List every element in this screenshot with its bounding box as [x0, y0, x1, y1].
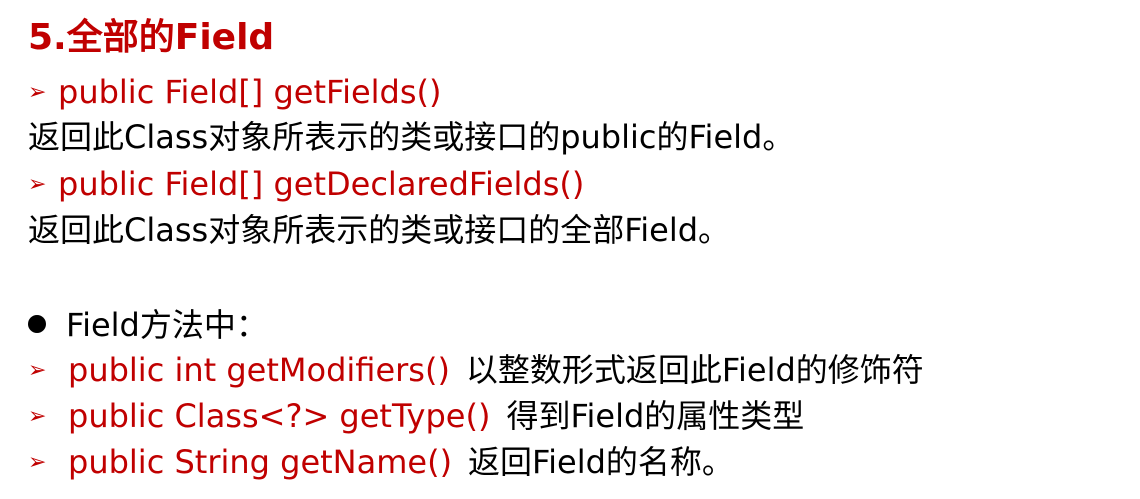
method-signature: public Field[] getFields() [58, 73, 442, 111]
method-description: 以整数形式返回此Field的修饰符 [465, 351, 924, 389]
round-bullet-icon [28, 315, 46, 333]
method-signature: public Field[] getDeclaredFields() [58, 165, 585, 203]
method-signature: public String getName() [68, 443, 453, 481]
slide: 5.全部的Field ➢ public Field[] getFields() 返… [0, 0, 1140, 499]
method-description: 返回此Class对象所表示的类或接口的public的Field。 [28, 118, 795, 156]
arrow-bullet-icon: ➢ [28, 358, 47, 383]
arrow-bullet-icon: ➢ [28, 80, 47, 105]
method-get-modifiers: ➢ public int getModifiers() 以整数形式返回此Field的… [28, 354, 924, 386]
method-signature: public Class<?> getType() [68, 397, 491, 435]
method-signature: public int getModifiers() [68, 351, 450, 389]
field-methods-heading: Field方法中： [28, 309, 268, 341]
arrow-bullet-icon: ➢ [28, 450, 47, 475]
arrow-bullet-icon: ➢ [28, 404, 47, 429]
method-get-declared-fields: ➢ public Field[] getDeclaredFields() [28, 168, 584, 200]
method-get-name: ➢ public String getName() 返回Field的名称。 [28, 446, 734, 478]
method-get-fields: ➢ public Field[] getFields() [28, 76, 442, 108]
section-heading: Field方法中： [66, 306, 268, 344]
method-description: 返回此Class对象所表示的类或接口的全部Field。 [28, 211, 731, 249]
method-description: 返回Field的名称。 [468, 443, 734, 481]
method-description: 得到Field的属性类型 [506, 397, 805, 435]
slide-title: 5.全部的Field [28, 17, 275, 58]
arrow-bullet-icon: ➢ [28, 172, 47, 197]
method-get-type: ➢ public Class<?> getType() 得到Field的属性类型 [28, 400, 804, 432]
